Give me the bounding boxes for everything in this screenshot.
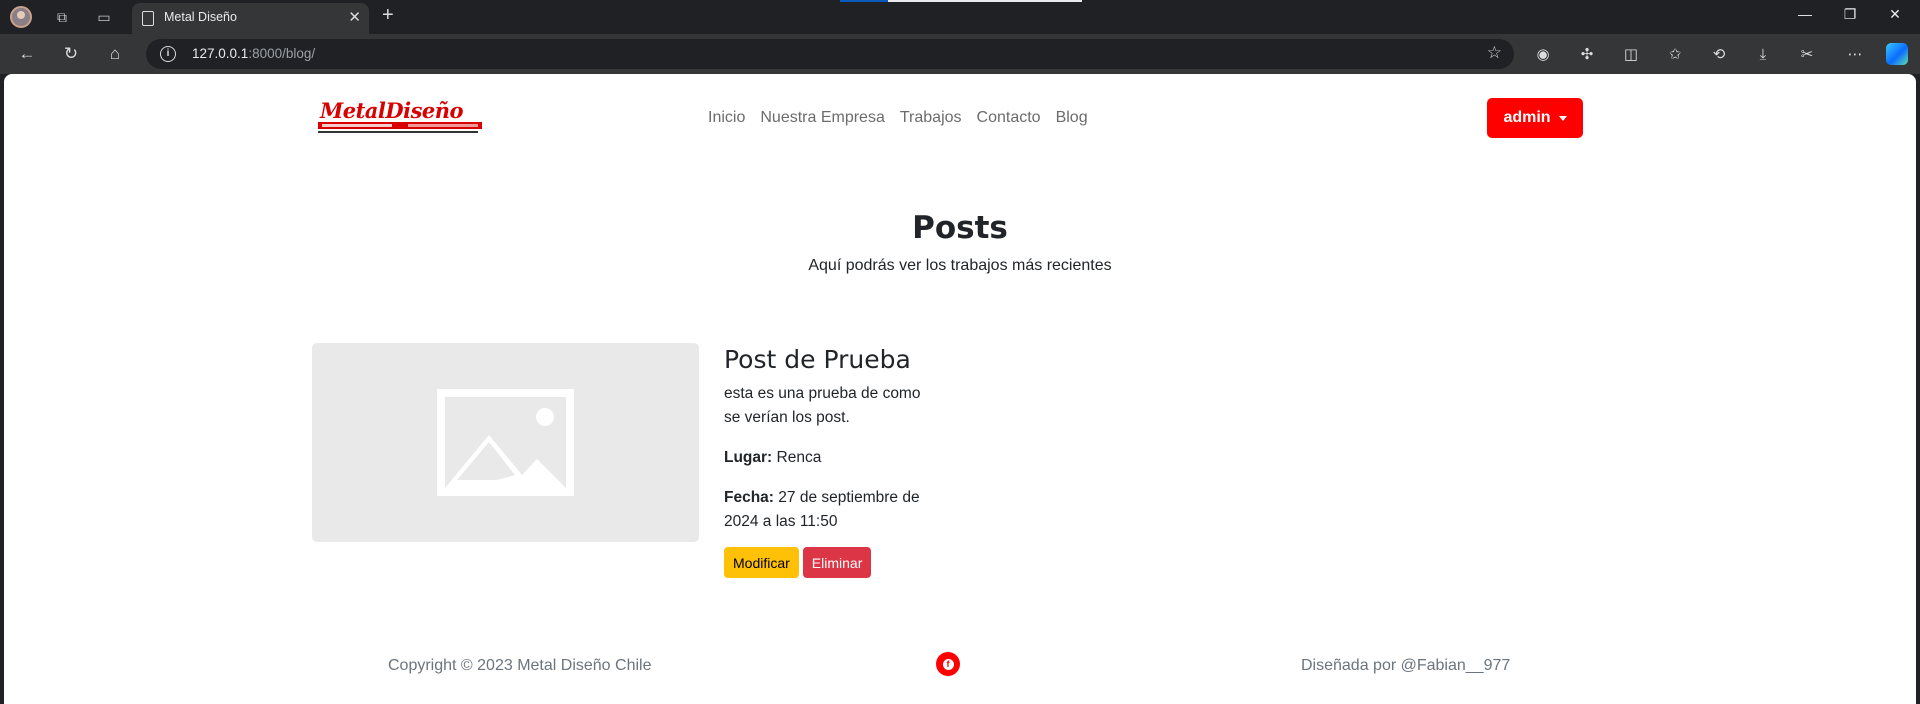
post-description: esta es una prueba de como se verían los… (724, 385, 921, 426)
minimize-icon[interactable]: — (1790, 6, 1820, 22)
designer-credit: Diseñada por @Fabian__977 (1301, 657, 1511, 674)
facebook-icon[interactable]: f (936, 652, 960, 676)
nav-contacto[interactable]: Contacto (977, 109, 1041, 127)
address-bar[interactable]: i 127.0.0.1:8000/blog/ ☆ (146, 39, 1514, 69)
post-title: Post de Prueba (724, 345, 911, 374)
copilot-icon[interactable] (1886, 43, 1908, 65)
main-menu: Inicio Nuestra Empresa Trabajos Contacto… (708, 109, 1088, 127)
admin-label: admin (1503, 109, 1551, 126)
tab-actions-icon[interactable]: ▭ (92, 6, 116, 28)
delete-post-button[interactable]: Eliminar (802, 547, 872, 578)
split-screen-icon[interactable]: ◫ (1620, 43, 1642, 65)
location-label: Lugar: (724, 449, 773, 466)
more-menu-icon[interactable]: ⋯ (1844, 43, 1866, 65)
post-location: Lugar: Renca (724, 446, 939, 470)
post-image (312, 343, 699, 542)
url-text[interactable]: 127.0.0.1:8000/blog/ (192, 46, 315, 61)
caret-down-icon (1558, 115, 1567, 121)
screenshot-icon[interactable]: ✂ (1796, 43, 1818, 65)
tab-title: Metal Diseño (164, 10, 237, 24)
post-body: Post de Prueba esta es una prueba de com… (724, 343, 939, 534)
titlebar-accent (888, 0, 1082, 2)
posts-header: Posts Aquí podrás ver los trabajos más r… (4, 210, 1916, 275)
site-navbar: MetalDiseño Inicio Nuestra Empresa Traba… (4, 74, 1916, 164)
edit-post-button[interactable]: Modificar (724, 547, 799, 578)
site-logo[interactable]: MetalDiseño (318, 98, 486, 134)
extensions-icon[interactable]: ✣ (1576, 43, 1598, 65)
window-close-icon[interactable]: ✕ (1880, 6, 1910, 23)
site-footer: Copyright © 2023 Metal Diseño Chile f Di… (4, 652, 1916, 682)
nav-trabajos[interactable]: Trabajos (900, 109, 962, 127)
titlebar-accent (840, 0, 888, 2)
date-label: Fecha: (724, 489, 774, 506)
url-host: 127.0.0.1 (192, 46, 249, 61)
logo-underline (318, 131, 478, 133)
home-icon[interactable]: ⌂ (102, 42, 128, 66)
logo-wordmark: MetalDiseño (320, 98, 464, 123)
post-card: Post de Prueba esta es una prueba de com… (312, 343, 952, 583)
new-tab-icon[interactable]: + (382, 4, 394, 27)
back-icon[interactable]: ← (14, 42, 40, 66)
logo-bar (318, 122, 482, 129)
profile-avatar[interactable] (10, 6, 32, 28)
download-icon[interactable]: ⤓ (1752, 43, 1774, 65)
restore-icon[interactable]: ❐ (1835, 6, 1865, 23)
copyright-text: Copyright © 2023 Metal Diseño Chile (388, 657, 652, 674)
workspaces-icon[interactable]: ⧉ (50, 6, 74, 28)
site-info-icon[interactable]: i (160, 46, 176, 62)
nav-nuestra-empresa[interactable]: Nuestra Empresa (760, 109, 885, 127)
browser-toolbar: ← ↻ ⌂ i 127.0.0.1:8000/blog/ ☆ ◉ ✣ ◫ ✩ ⟲… (0, 34, 1920, 74)
close-tab-icon[interactable]: ✕ (348, 8, 361, 26)
page-subtitle: Aquí podrás ver los trabajos más recient… (808, 257, 1112, 274)
browser-tab-active[interactable]: Metal Diseño ✕ (132, 3, 369, 34)
admin-dropdown-button[interactable]: admin (1487, 98, 1583, 138)
nav-blog[interactable]: Blog (1056, 109, 1088, 127)
image-placeholder-icon (437, 389, 574, 496)
favorites-icon[interactable]: ✩ (1664, 43, 1686, 65)
page-title: Posts (912, 210, 1008, 246)
page-viewport: MetalDiseño Inicio Nuestra Empresa Traba… (4, 74, 1916, 704)
url-path: :8000/blog/ (248, 46, 316, 61)
browser-titlebar: ⧉ ▭ Metal Diseño ✕ + — ❐ ✕ (0, 0, 1920, 34)
favorite-star-icon[interactable]: ☆ (1487, 43, 1502, 63)
nav-inicio[interactable]: Inicio (708, 109, 745, 127)
post-date: Fecha: 27 de septiembre de 2024 a las 11… (724, 486, 939, 534)
location-value: Renca (776, 449, 822, 466)
page-document-icon (142, 11, 154, 26)
tracking-icon[interactable]: ◉ (1532, 43, 1554, 65)
reload-icon[interactable]: ↻ (58, 42, 84, 66)
history-icon[interactable]: ⟲ (1708, 43, 1730, 65)
post-actions: Modificar Eliminar (724, 547, 872, 578)
